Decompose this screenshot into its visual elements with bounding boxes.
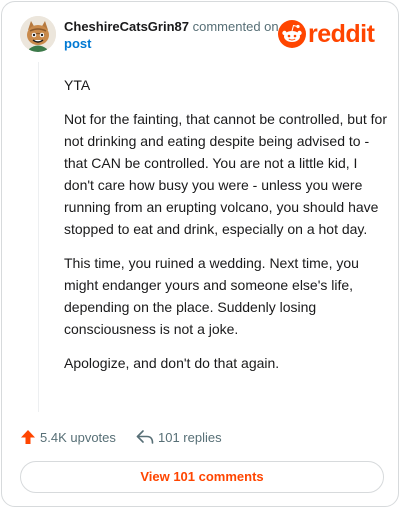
thread-line — [38, 62, 39, 412]
reply-button[interactable]: 101 replies — [136, 426, 222, 448]
reddit-snoo-icon — [278, 20, 306, 48]
comment-paragraph: Apologize, and don't do that again. — [64, 355, 280, 371]
view-comments-button[interactable]: View 101 comments — [20, 461, 384, 493]
comment-header: CheshireCatsGrin87 commented on post red… — [20, 14, 386, 54]
comment-paragraph: YTA — [64, 77, 91, 93]
commented-on-text: commented on — [192, 19, 279, 34]
upvote-button[interactable]: 5.4K upvotes — [20, 426, 116, 448]
post-link[interactable]: post — [64, 35, 284, 52]
username[interactable]: CheshireCatsGrin87 — [64, 19, 189, 34]
reply-arrow-icon — [136, 430, 154, 444]
comment-card: CheshireCatsGrin87 commented on post red… — [1, 1, 399, 507]
comment-paragraph: Not for the fainting, that cannot be con… — [64, 111, 387, 237]
comment-meta: CheshireCatsGrin87 commented on post — [64, 18, 284, 52]
cat-avatar-icon — [20, 16, 56, 52]
upvote-arrow-icon — [21, 430, 35, 444]
comment-paragraph: This time, you ruined a wedding. Next ti… — [64, 255, 359, 337]
comment-actions: 5.4K upvotes 101 replies — [20, 426, 384, 448]
reddit-wordmark: reddit — [308, 20, 375, 48]
comment-body: YTA Not for the fainting, that cannot be… — [64, 74, 389, 386]
upvote-count: 5.4K upvotes — [40, 429, 116, 445]
reddit-logo[interactable]: reddit — [278, 20, 386, 50]
user-avatar[interactable] — [20, 16, 56, 52]
reply-count: 101 replies — [158, 429, 222, 445]
